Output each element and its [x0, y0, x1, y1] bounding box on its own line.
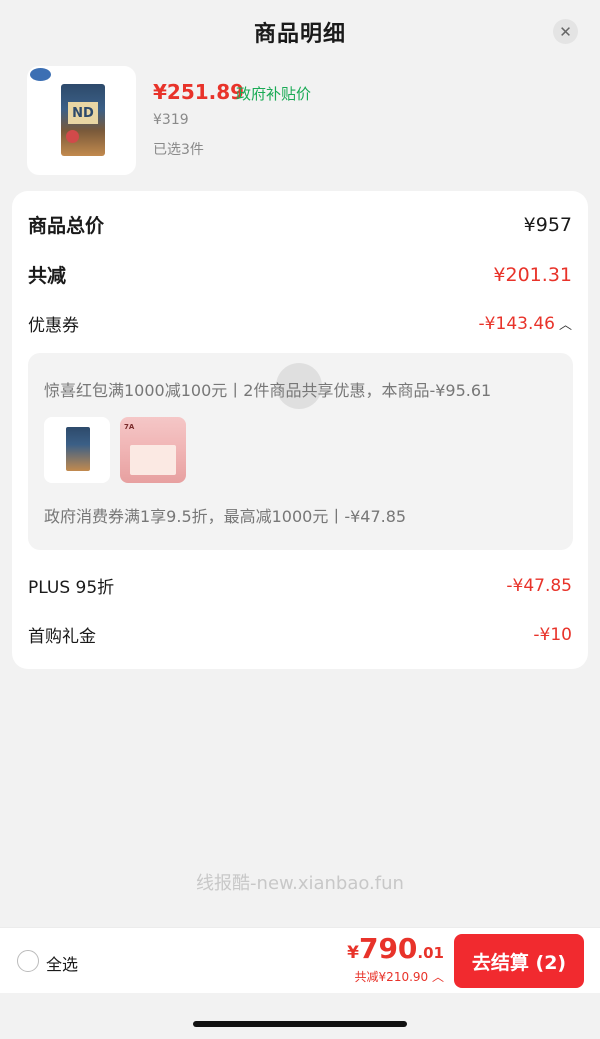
page-title: 商品明细 [253, 22, 346, 47]
coupon-detail-gov: 政府消费券满1享9.5折，最高减1000元丨-¥47.85 [44, 507, 407, 526]
chevron-up-icon[interactable]: ︿ [428, 970, 444, 984]
select-all-radio[interactable] [17, 950, 39, 972]
header: 商品明细 ✕ [0, 0, 600, 64]
subsidy-tag: 政府补贴价 [236, 85, 312, 103]
total-price-row: 商品总价 ¥957 [28, 211, 572, 238]
home-indicator[interactable] [193, 1021, 407, 1027]
brand-badge-icon [30, 68, 51, 81]
product-image[interactable]: ND [27, 66, 136, 175]
product-price: ¥251.89 [153, 80, 245, 104]
final-discount-text: 共减¥210.90 [354, 970, 429, 984]
final-total: ¥790.01 [347, 932, 444, 965]
coupon-detail-red-packet: 惊喜红包满1000减100元丨2件商品共享优惠，本商品-¥95.61 [44, 381, 492, 400]
bottom-bar: 全选 ¥790.01 共减¥210.90 ︿ 去结算 (2) [0, 927, 600, 993]
coupon-row[interactable]: 优惠券 -¥143.46 ︿ [28, 311, 572, 337]
pet-food-bag-icon [66, 427, 90, 471]
checkout-button[interactable]: 去结算 (2) [454, 934, 584, 988]
price-breakdown-card: 商品总价 ¥957 共减 ¥201.31 优惠券 -¥143.46 ︿ 惊喜红包满… [12, 191, 588, 669]
total-discount-label: 共减 [28, 265, 67, 287]
coupon-value: -¥143.46 [478, 313, 555, 334]
pet-food-bag-icon: ND [61, 84, 105, 156]
total-discount-row: 共减 ¥201.31 [28, 261, 572, 288]
plus-row: PLUS 95折 -¥47.85 [28, 573, 572, 599]
coupon-label: 优惠券 [28, 316, 79, 336]
thumb-banner-icon: 7A [124, 423, 135, 431]
plus-label: PLUS 95折 [28, 578, 115, 598]
bag-label-icon: ND [68, 102, 98, 124]
first-purchase-label: 首购礼金 [28, 627, 96, 647]
watermark: 线报酷-new.xianbao.fun [196, 873, 404, 894]
final-discount[interactable]: 共减¥210.90 ︿ [355, 968, 444, 985]
selected-count: 已选3件 [153, 142, 204, 158]
coupon-detail-box: 惊喜红包满1000减100元丨2件商品共享优惠，本商品-¥95.61 7A 政府… [28, 353, 573, 550]
plus-value: -¥47.85 [506, 575, 572, 596]
total-price-label: 商品总价 [28, 215, 105, 237]
coupon-product-thumb-1[interactable] [44, 417, 110, 483]
total-discount-value: ¥201.31 [493, 263, 572, 286]
final-total-currency: ¥ [347, 943, 359, 963]
total-price-value: ¥957 [523, 213, 572, 236]
coupon-product-thumb-2[interactable]: 7A [120, 417, 186, 483]
product-row: ND ¥251.89 政府补贴价 ¥319 已选3件 [27, 66, 587, 176]
first-purchase-value: -¥10 [533, 624, 572, 645]
fruit-icon [66, 130, 79, 143]
final-total-dec: .01 [417, 944, 444, 962]
chevron-up-icon[interactable]: ︿ [559, 318, 572, 333]
final-total-int: 790 [358, 932, 418, 965]
first-purchase-row: 首购礼金 -¥10 [28, 622, 572, 648]
litter-box-icon [130, 445, 176, 475]
original-price: ¥319 [153, 112, 189, 128]
coupon-value-wrap[interactable]: -¥143.46 ︿ [479, 314, 572, 334]
close-icon[interactable]: ✕ [553, 19, 578, 44]
select-all-label[interactable]: 全选 [46, 951, 78, 975]
